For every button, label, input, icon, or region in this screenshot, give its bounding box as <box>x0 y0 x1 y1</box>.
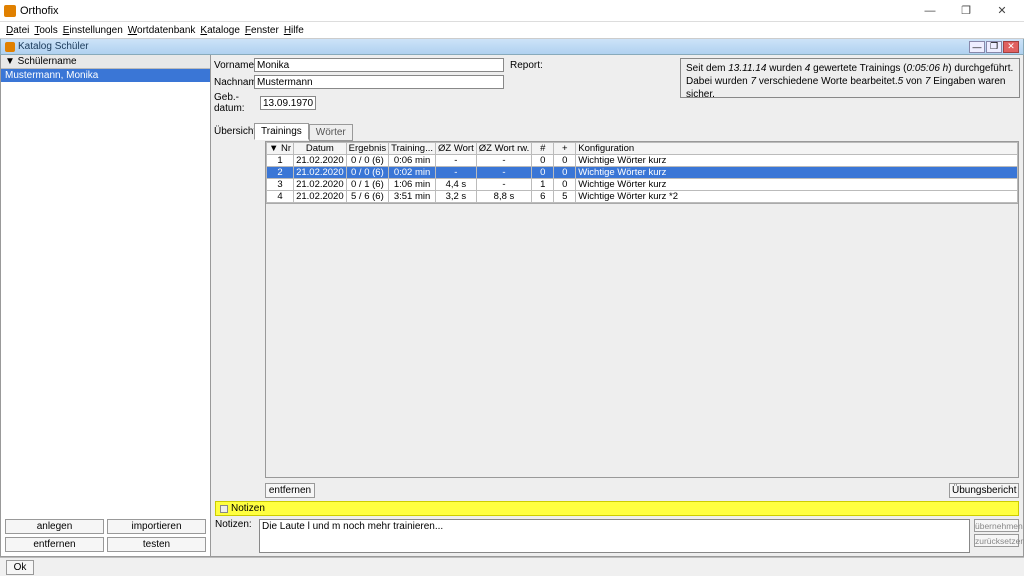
main-panel: Vorname: Report: Nachname: Geb.-datum: S… <box>211 55 1024 557</box>
uebungsbericht-button[interactable]: Übungsbericht <box>949 483 1019 498</box>
app-icon <box>4 5 16 17</box>
col-ozwort: ØZ Wort <box>436 143 477 155</box>
geb-label: Geb.-datum: <box>214 92 260 114</box>
ok-button[interactable]: Ok <box>6 560 34 575</box>
uebersicht-label: Übersicht: <box>214 126 254 139</box>
mdi-title: Katalog Schüler <box>18 41 969 52</box>
col-ozwortrw: ØZ Wort rw. <box>476 143 532 155</box>
menu-einstellungen[interactable]: Einstellungen <box>61 25 125 36</box>
student-list[interactable]: Mustermann, Monika <box>1 69 210 515</box>
col-plus: + <box>554 143 576 155</box>
mdi-close-button[interactable]: ✕ <box>1003 41 1019 53</box>
menu-datei[interactable]: Datei <box>4 25 31 36</box>
mdi-titlebar: Katalog Schüler — ❐ ✕ <box>0 39 1024 55</box>
grid-empty-area <box>266 204 1018 477</box>
menu-hilfe[interactable]: Hilfe <box>282 25 306 36</box>
grid-header-row[interactable]: ▼ Nr Datum Ergebnis Training... ØZ Wort … <box>267 143 1018 155</box>
vorname-label: Vorname: <box>214 60 254 71</box>
col-datum: Datum <box>294 143 347 155</box>
window-titlebar: Orthofix — ❐ ✕ <box>0 0 1024 22</box>
mdi-icon <box>5 42 15 52</box>
table-row[interactable]: 221.02.20200 / 0 (6)0:02 min--00Wichtige… <box>267 167 1018 179</box>
vorname-input[interactable] <box>254 58 504 72</box>
zuruecksetzen-button[interactable]: zurücksetzen <box>974 534 1019 547</box>
student-list-item[interactable]: Mustermann, Monika <box>1 69 210 82</box>
col-nr: ▼ Nr <box>267 143 294 155</box>
notizen-bar[interactable]: Notizen <box>215 501 1019 516</box>
report-box: Seit dem 13.11.14 wurden 4 gewertete Tra… <box>680 58 1020 98</box>
mdi-maximize-button[interactable]: ❐ <box>986 41 1002 53</box>
entfernen-button[interactable]: entfernen <box>5 537 104 552</box>
close-button[interactable]: ✕ <box>984 1 1020 21</box>
menu-bar: Datei Tools Einstellungen Wortdatenbank … <box>0 22 1024 39</box>
testen-button[interactable]: testen <box>107 537 206 552</box>
nachname-input[interactable] <box>254 75 504 89</box>
report-label: Report: <box>510 60 544 71</box>
nachname-label: Nachname: <box>214 77 254 88</box>
mdi-minimize-button[interactable]: — <box>969 41 985 53</box>
tab-woerter[interactable]: Wörter <box>309 124 353 141</box>
col-ergebnis: Ergebnis <box>346 143 389 155</box>
tab-trainings[interactable]: Trainings <box>254 123 309 140</box>
menu-fenster[interactable]: Fenster <box>243 25 281 36</box>
geb-input[interactable] <box>260 96 316 110</box>
anlegen-button[interactable]: anlegen <box>5 519 104 534</box>
notizen-label: Notizen: <box>215 519 255 553</box>
col-training: Training... <box>389 143 436 155</box>
trainings-grid: ▼ Nr Datum Ergebnis Training... ØZ Wort … <box>265 141 1019 478</box>
training-entfernen-button[interactable]: entfernen <box>265 483 315 498</box>
table-row[interactable]: 421.02.20205 / 6 (6)3:51 min3,2 s8,8 s65… <box>267 191 1018 203</box>
table-row[interactable]: 321.02.20200 / 1 (6)1:06 min4,4 s-10Wich… <box>267 179 1018 191</box>
maximize-button[interactable]: ❐ <box>948 1 984 21</box>
importieren-button[interactable]: importieren <box>107 519 206 534</box>
menu-wortdatenbank[interactable]: Wortdatenbank <box>126 25 198 36</box>
minimize-button[interactable]: — <box>912 1 948 21</box>
uebernehmen-button[interactable]: übernehmen <box>974 519 1019 532</box>
col-hash: # <box>532 143 554 155</box>
sidebar-header[interactable]: ▼ Schülername <box>1 55 210 69</box>
collapse-icon <box>220 505 228 513</box>
window-title: Orthofix <box>20 5 912 17</box>
notizen-textarea[interactable] <box>259 519 970 553</box>
col-konfig: Konfiguration <box>576 143 1018 155</box>
table-row[interactable]: 121.02.20200 / 0 (6)0:06 min--00Wichtige… <box>267 155 1018 167</box>
menu-tools[interactable]: Tools <box>32 25 59 36</box>
sidebar: ▼ Schülername Mustermann, Monika anlegen… <box>0 55 211 557</box>
bottom-bar: Ok <box>0 557 1024 576</box>
menu-kataloge[interactable]: Kataloge <box>198 25 241 36</box>
